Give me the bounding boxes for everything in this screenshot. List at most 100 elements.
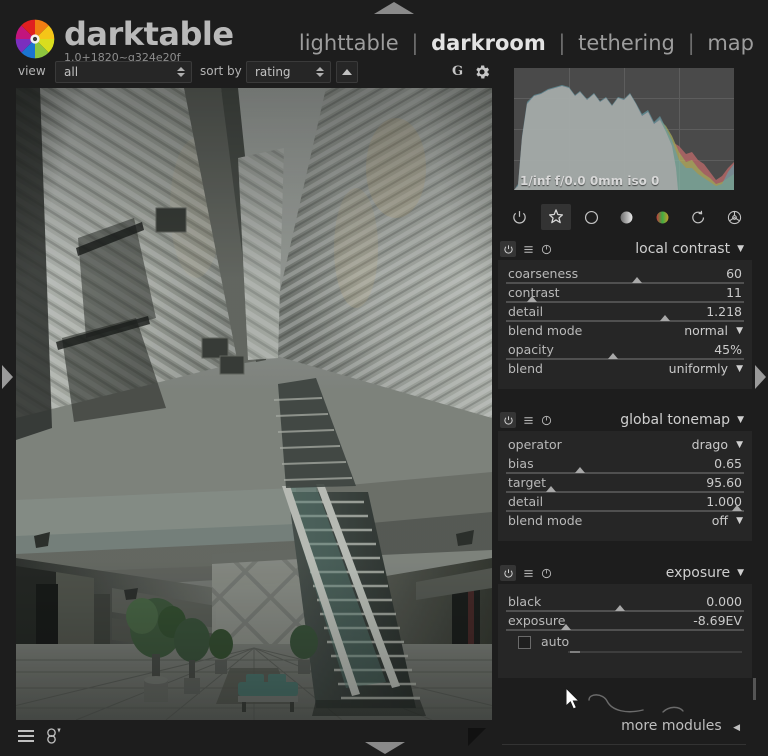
slider-track[interactable] xyxy=(506,282,744,284)
slider-track[interactable] xyxy=(506,320,744,322)
right-panel-scrollbar[interactable] xyxy=(753,678,756,700)
slider-track[interactable] xyxy=(506,472,744,474)
chevron-down-icon[interactable]: ▼ xyxy=(736,326,743,336)
slider-knob[interactable] xyxy=(660,315,671,321)
right-panel: 1/inf f/0.0 0mm iso 0 local contrast ▼ c… xyxy=(496,60,758,745)
chevron-down-icon[interactable]: ▼ xyxy=(737,244,744,254)
checkbox-row-auto[interactable]: auto xyxy=(506,634,744,656)
module-group-tone[interactable] xyxy=(612,204,642,230)
grouping-toggle-icon[interactable]: G xyxy=(452,64,463,79)
select-value: off xyxy=(711,513,728,528)
select-value: normal xyxy=(684,323,728,338)
sort-by-label: sort by xyxy=(200,64,242,78)
nav-item-darkroom[interactable]: darkroom xyxy=(431,31,546,55)
nav-separator: | xyxy=(687,31,695,55)
nav-item-tethering[interactable]: tethering xyxy=(578,31,675,55)
module-group-active-modules[interactable] xyxy=(505,204,535,230)
slider-knob[interactable] xyxy=(546,486,557,492)
presets-icon[interactable] xyxy=(523,564,534,583)
module-group-favorites[interactable] xyxy=(540,204,571,230)
module-header[interactable]: local contrast ▼ xyxy=(498,238,752,260)
slider-knob[interactable] xyxy=(527,296,538,302)
preview-image[interactable] xyxy=(16,88,492,720)
app-title: darktable xyxy=(64,15,234,53)
slider-target[interactable]: target 95.60 xyxy=(506,475,744,494)
power-icon[interactable] xyxy=(500,565,516,581)
module-header[interactable]: exposure ▼ xyxy=(498,562,752,584)
reset-icon[interactable] xyxy=(541,411,552,430)
slider-value: 0.000 xyxy=(706,594,742,609)
decorative-flourish xyxy=(585,690,695,724)
darkroom-image-stage[interactable] xyxy=(16,88,492,720)
app-header: darktable 1.0+1820~g324e20f lighttable |… xyxy=(0,10,768,64)
slider-detail[interactable]: detail 1.000 xyxy=(506,494,744,513)
slider-value: 45% xyxy=(714,342,742,357)
chevron-down-icon[interactable]: ▼ xyxy=(737,415,744,425)
slider-track[interactable] xyxy=(506,510,744,512)
select-value: uniformly xyxy=(668,361,728,376)
module-global-tonemap: global tonemap ▼ operator drago ▼ bias 0… xyxy=(498,409,752,541)
module-title: exposure xyxy=(665,565,731,581)
slider-knob[interactable] xyxy=(574,467,585,473)
slider-knob[interactable] xyxy=(615,605,626,611)
sort-by-select[interactable]: rating xyxy=(246,61,331,83)
chevron-down-icon[interactable]: ▼ xyxy=(736,516,743,526)
select-blend-mode[interactable]: blend mode off ▼ xyxy=(506,513,744,531)
slider-track[interactable] xyxy=(506,491,744,493)
slider-detail[interactable]: detail 1.218 xyxy=(506,304,744,323)
darktable-window: darktable 1.0+1820~g324e20f lighttable |… xyxy=(0,0,768,756)
slider-opacity[interactable]: opacity 45% xyxy=(506,342,744,361)
slider-bias[interactable]: bias 0.65 xyxy=(506,456,744,475)
view-filter-select[interactable]: all xyxy=(55,61,192,83)
auto-slider-track[interactable] xyxy=(568,651,742,653)
chevron-down-icon[interactable]: ▼ xyxy=(737,568,744,578)
slider-track[interactable] xyxy=(506,358,744,360)
presets-icon[interactable] xyxy=(523,240,534,259)
exif-overlay: 1/inf f/0.0 0mm iso 0 xyxy=(520,174,660,188)
slider-black[interactable]: black 0.000 xyxy=(506,594,744,613)
slider-track[interactable] xyxy=(506,301,744,303)
select-operator[interactable]: operator drago ▼ xyxy=(506,437,744,456)
module-title: local contrast xyxy=(635,241,731,257)
slider-label: target xyxy=(508,475,547,490)
slider-value: 0.65 xyxy=(714,456,742,471)
duplicate-group-icon[interactable] xyxy=(44,726,64,750)
select-blend-mode[interactable]: blend mode normal ▼ xyxy=(506,323,744,342)
histogram[interactable]: 1/inf f/0.0 0mm iso 0 xyxy=(514,68,734,190)
slider-exposure[interactable]: exposure -8.69EV xyxy=(506,613,744,632)
brand-text: darktable 1.0+1820~g324e20f xyxy=(64,18,234,64)
slider-contrast[interactable]: contrast 11 xyxy=(506,285,744,304)
select-value: drago xyxy=(691,437,728,452)
left-panel-expand-arrow[interactable] xyxy=(2,365,13,389)
select-blend[interactable]: blend uniformly ▼ xyxy=(506,361,744,379)
module-group-color[interactable] xyxy=(648,204,678,230)
module-group-correction[interactable] xyxy=(683,204,713,230)
chevron-down-icon[interactable]: ▼ xyxy=(736,440,743,450)
power-icon[interactable] xyxy=(500,412,516,428)
slider-label: bias xyxy=(508,456,534,471)
presets-icon[interactable] xyxy=(523,411,534,430)
nav-item-lighttable[interactable]: lighttable xyxy=(299,31,399,55)
module-header-icons xyxy=(500,411,552,430)
slider-track[interactable] xyxy=(506,629,744,631)
slider-knob[interactable] xyxy=(731,505,742,511)
preferences-gear-icon[interactable] xyxy=(473,63,491,85)
slider-knob[interactable] xyxy=(631,277,642,283)
chevron-down-icon[interactable]: ▼ xyxy=(736,364,743,374)
module-group-effects[interactable] xyxy=(719,204,749,230)
reset-icon[interactable] xyxy=(541,240,552,259)
module-local-contrast: local contrast ▼ coarseness 60 contrast … xyxy=(498,238,752,389)
power-icon[interactable] xyxy=(500,241,516,257)
slider-knob[interactable] xyxy=(560,624,571,630)
slider-coarseness[interactable]: coarseness 60 xyxy=(506,266,744,285)
module-header[interactable]: global tonemap ▼ xyxy=(498,409,752,431)
auto-checkbox[interactable] xyxy=(518,636,531,649)
nav-item-map[interactable]: map xyxy=(707,31,754,55)
module-header-icons xyxy=(500,240,552,259)
auto-slider-knob[interactable] xyxy=(570,651,580,653)
module-group-basic[interactable] xyxy=(576,204,606,230)
slider-knob[interactable] xyxy=(608,353,619,359)
sort-direction-button[interactable] xyxy=(336,61,358,83)
reset-icon[interactable] xyxy=(541,564,552,583)
hamburger-icon[interactable] xyxy=(18,730,34,742)
